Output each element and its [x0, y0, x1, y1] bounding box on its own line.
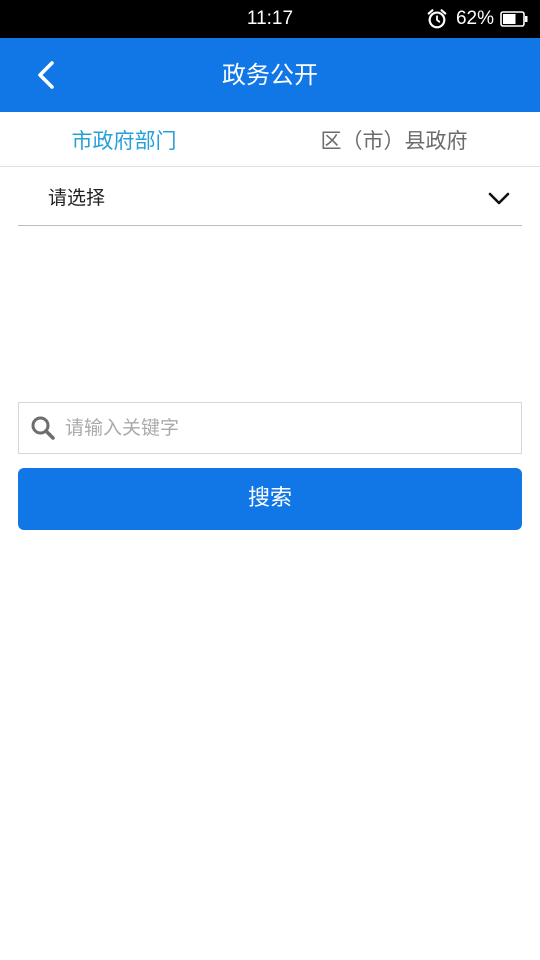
battery-icon	[500, 11, 528, 27]
tab-bar: 市政府部门 区（市）县政府	[0, 112, 540, 167]
search-button[interactable]: 搜索	[18, 468, 522, 530]
chevron-down-icon	[488, 192, 510, 205]
tab-district-governments[interactable]: 区（市）县政府	[294, 112, 494, 166]
status-bar: 11:17 62%	[0, 0, 540, 38]
status-indicators: 62%	[426, 0, 528, 38]
department-select[interactable]: 请选择	[18, 172, 522, 226]
battery-percent: 62%	[455, 8, 494, 29]
search-icon	[31, 416, 55, 440]
dropdown-selected-value: 请选择	[48, 187, 106, 209]
search-box	[18, 402, 522, 454]
alarm-icon	[427, 9, 447, 29]
app-header: 政务公开	[0, 38, 540, 112]
page-title: 政务公开	[222, 61, 318, 89]
search-input[interactable]	[65, 403, 505, 453]
tab-city-departments[interactable]: 市政府部门	[34, 112, 214, 166]
